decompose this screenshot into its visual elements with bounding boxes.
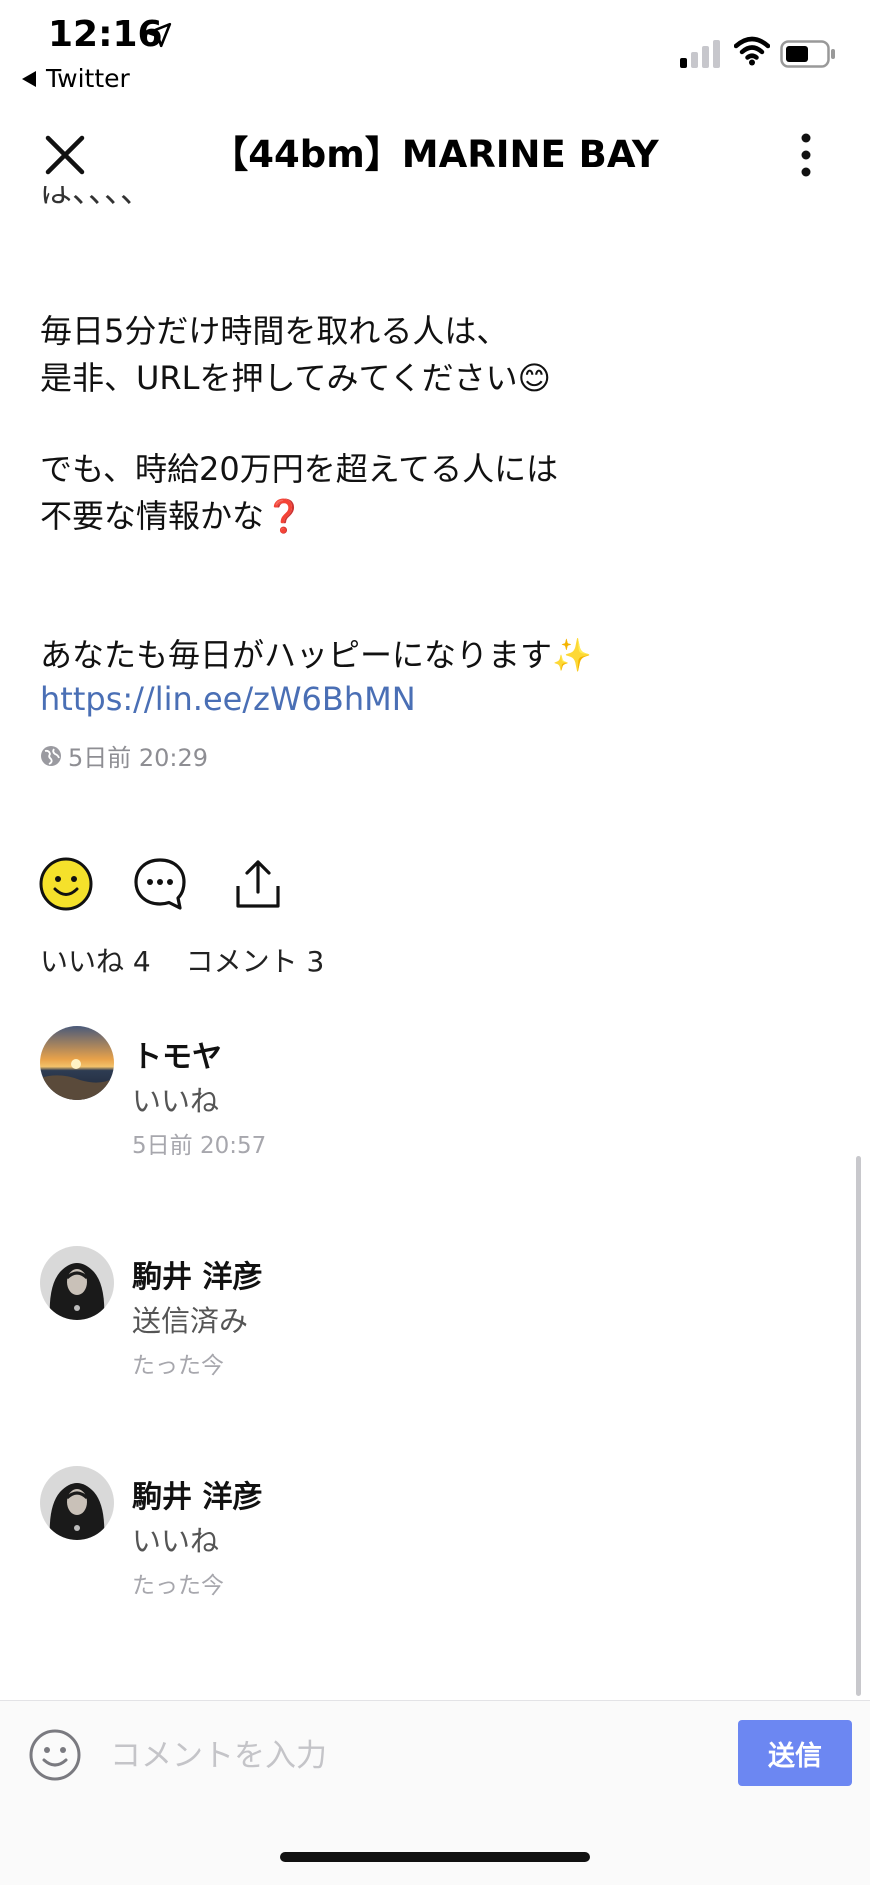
wifi-icon <box>734 36 770 66</box>
post-timestamp: 5日前 20:29 <box>40 738 208 773</box>
location-arrow-icon <box>146 22 172 48</box>
post-link[interactable]: https://lin.ee/zW6BhMN <box>40 680 416 718</box>
like-smiley-icon[interactable] <box>38 856 94 912</box>
home-indicator[interactable] <box>280 1852 590 1862</box>
post-line: 毎日5分だけ時間を取れる人は、 <box>40 312 509 350</box>
avatar[interactable] <box>40 1026 114 1100</box>
comment-author[interactable]: 駒井 洋彦 <box>132 1252 262 1296</box>
scrollbar[interactable] <box>856 1156 861 1696</box>
page-title: 【44bm】MARINE BAY <box>211 133 659 176</box>
comment-author[interactable]: トモヤ <box>132 1032 222 1076</box>
like-count[interactable]: いいね 4 <box>40 945 151 978</box>
comment-text: いいね <box>132 1084 220 1118</box>
comment-time: 5日前 20:57 <box>132 1133 267 1159</box>
avatar[interactable] <box>40 1466 114 1540</box>
comment-item: 駒井 洋彦 送信済み たった今 <box>40 1246 800 1436</box>
post-line: でも、時給20万円を超えてる人には <box>40 450 559 488</box>
comment-text: いいね <box>132 1524 220 1558</box>
share-icon[interactable] <box>230 856 286 912</box>
post-paragraph-2: でも、時給20万円を超えてる人には 不要な情報かな❓ <box>40 446 558 540</box>
post-text-clipped: は、、、、 <box>40 186 640 212</box>
back-to-app-button[interactable]: Twitter <box>22 64 130 93</box>
post-text-clipped-line: は、、、、 <box>40 186 153 210</box>
post-line: 是非、URLを押してみてください😊 <box>40 359 551 397</box>
comment-time: たった今 <box>132 1353 224 1379</box>
comment-input[interactable] <box>108 1726 712 1786</box>
post-line: あなたも毎日がハッピーになります✨ <box>40 636 592 674</box>
comment-item: トモヤ いいね 5日前 20:57 <box>40 1026 800 1216</box>
more-vertical-icon[interactable] <box>788 130 824 180</box>
comment-time: たった今 <box>132 1573 224 1599</box>
post-line: 不要な情報かな❓ <box>40 497 304 535</box>
post-timestamp-text: 5日前 20:29 <box>68 744 209 772</box>
globe-icon <box>41 745 61 766</box>
comment-text: 送信済み <box>132 1304 249 1338</box>
post-paragraph-3: あなたも毎日がハッピーになります✨ <box>40 632 592 679</box>
send-button[interactable]: 送信 <box>738 1720 852 1786</box>
post-paragraph-1: 毎日5分だけ時間を取れる人は、 是非、URLを押してみてください😊 <box>40 308 551 402</box>
battery-icon <box>780 40 835 68</box>
comment-count[interactable]: コメント 3 <box>186 945 325 978</box>
comment-author[interactable]: 駒井 洋彦 <box>132 1472 262 1516</box>
avatar[interactable] <box>40 1246 114 1320</box>
back-triangle-icon <box>22 70 36 87</box>
reaction-counts: いいね 4 コメント 3 <box>40 940 350 980</box>
back-app-label: Twitter <box>46 64 130 93</box>
close-icon[interactable] <box>40 130 90 180</box>
comment-item: 駒井 洋彦 いいね たった今 <box>40 1466 800 1656</box>
emoji-icon[interactable] <box>28 1728 82 1782</box>
cellular-signal-icon <box>680 40 720 68</box>
comment-bubble-icon[interactable] <box>132 856 188 912</box>
